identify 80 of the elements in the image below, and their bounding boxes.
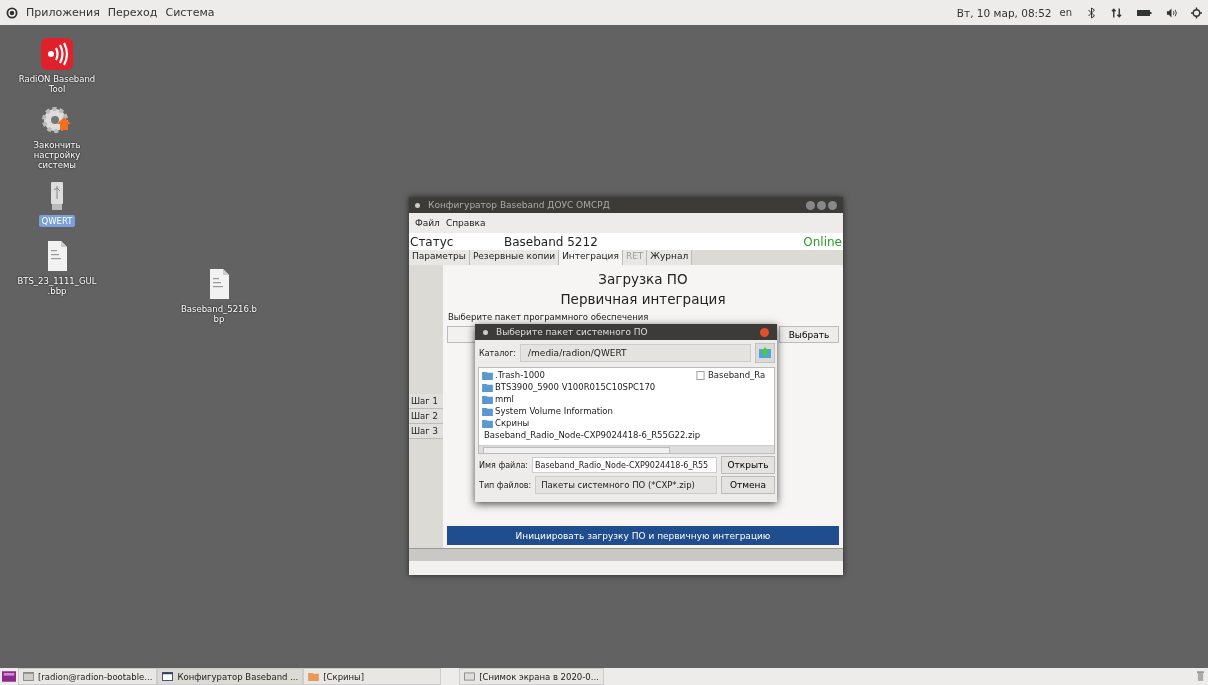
terminal-icon xyxy=(23,672,34,681)
step-tab[interactable]: Шаг 1 xyxy=(409,394,443,409)
close-button[interactable] xyxy=(760,327,769,337)
step-tab[interactable]: Шаг 2 xyxy=(409,409,443,424)
field-label: Тип файлов: xyxy=(479,480,532,490)
cancel-button[interactable]: Отмена xyxy=(721,476,775,494)
file-name: BTS3900_5900 V100R015C10SPC170 xyxy=(495,381,656,393)
taskbar-button[interactable]: Конфигуратор Baseband ... xyxy=(157,668,304,685)
file-list-item[interactable]: Baseband_Ra xyxy=(695,369,771,381)
device-name: Baseband 5212 xyxy=(504,234,599,249)
folder-icon xyxy=(482,370,493,380)
radio-waves-app-icon[interactable] xyxy=(41,38,73,70)
panel-menu[interactable]: Система xyxy=(165,6,215,19)
show-desktop-icon[interactable] xyxy=(2,671,16,682)
desktop-icon-label[interactable]: BTS_23_1111_GUL.bbp xyxy=(14,275,100,298)
folder-icon xyxy=(482,394,493,404)
file-name: Скрины xyxy=(495,417,530,429)
tab[interactable]: Резервные копии xyxy=(469,250,560,265)
taskbar-button[interactable]: [radion@radion-bootable... xyxy=(18,668,158,685)
taskbar-label: Конфигуратор Baseband ... xyxy=(177,671,299,682)
tab[interactable]: Журнал xyxy=(647,250,693,265)
network-icon[interactable] xyxy=(1111,6,1122,19)
gear-icon[interactable] xyxy=(41,104,73,136)
folder-dropdown[interactable]: /media/radion/QWERT xyxy=(520,344,751,362)
tab[interactable]: Параметры xyxy=(409,250,470,265)
heading: Загрузка ПО xyxy=(597,270,689,289)
choose-button[interactable]: Выбрать xyxy=(779,326,839,343)
folder-icon xyxy=(482,418,493,428)
bluetooth-icon[interactable] xyxy=(1086,6,1097,19)
file-name: System Volume Information xyxy=(495,405,613,417)
taskbar-label: [Скрины] xyxy=(323,671,365,682)
dialog-title: Выберите пакет системного ПО xyxy=(496,327,649,337)
menu-item[interactable]: Файл xyxy=(415,218,440,228)
field-label: Выберите пакет программного обеспечения xyxy=(447,312,650,322)
step-tab[interactable]: Шаг 3 xyxy=(409,424,443,439)
start-integration-button[interactable]: Инициировать загрузку ПО и первичную интеграцию xyxy=(447,526,839,545)
taskbar-label: [Снимок экрана в 2020-0... xyxy=(479,671,599,682)
filename-field[interactable]: Baseband_Radio_Node-CXP9024418-6_R55 xyxy=(532,457,717,473)
horizontal-scrollbar[interactable] xyxy=(479,445,774,453)
image-icon xyxy=(464,672,476,681)
folder-icon xyxy=(308,672,320,681)
desktop-icon-label[interactable]: Baseband_5216.bbp xyxy=(176,303,262,326)
field-label: Каталог: xyxy=(479,348,517,358)
file-type-dropdown[interactable]: Пакеты системного ПО (*CXP*.zip) xyxy=(535,476,717,494)
file-name: mml xyxy=(495,393,514,405)
power-icon[interactable] xyxy=(1191,6,1202,19)
taskbar-button[interactable]: [Снимок экрана в 2020-0... xyxy=(459,668,604,685)
file-list-item[interactable]: mml xyxy=(482,393,695,405)
maximize-button[interactable] xyxy=(817,200,826,210)
desktop-icon-label[interactable]: Закончить настройку системы xyxy=(14,139,100,172)
taskbar-button[interactable]: [Скрины] xyxy=(303,668,442,685)
file-list-item[interactable]: BTS3900_5900 V100R015C10SPC170 xyxy=(482,381,695,393)
field-label: Имя файла: xyxy=(479,460,529,470)
file-list-item[interactable]: Скрины xyxy=(482,417,695,429)
file-name: .Trash-1000 xyxy=(495,369,545,381)
desktop-icon-label[interactable]: RadiON Baseband Tool xyxy=(14,73,100,96)
file-list-item[interactable]: .Trash-1000 xyxy=(482,369,695,381)
clock[interactable]: Вт, 10 мар, 08:52 xyxy=(956,6,1052,19)
status-label: Статус xyxy=(410,234,455,249)
panel-menu[interactable]: Переход xyxy=(107,6,158,19)
ubuntu-logo-icon[interactable] xyxy=(6,6,18,19)
folder-icon xyxy=(482,406,493,416)
window-title: Конфигуратор Baseband ДОУС ОМСРД xyxy=(428,200,611,210)
window-icon xyxy=(162,672,174,681)
file-list-item[interactable]: System Volume Information xyxy=(482,405,695,417)
menu-item[interactable]: Справка xyxy=(445,218,486,228)
folder-icon xyxy=(482,382,493,392)
connection-status: Online xyxy=(803,234,842,249)
trash-icon[interactable] xyxy=(1197,671,1204,682)
taskbar-label: [radion@radion-bootable... xyxy=(38,671,153,682)
file-icon xyxy=(695,370,706,380)
open-button[interactable]: Открыть xyxy=(721,456,775,474)
keyboard-layout[interactable]: en xyxy=(1059,7,1072,18)
file-name: Baseband_Ra xyxy=(708,369,766,381)
subheading: Первичная интеграция xyxy=(559,290,727,309)
tab[interactable]: Интеграция xyxy=(559,250,623,265)
minimize-button[interactable] xyxy=(806,200,815,210)
panel-menu[interactable]: Приложения xyxy=(26,6,100,19)
volume-icon[interactable] xyxy=(1166,6,1177,19)
close-button[interactable] xyxy=(828,200,837,210)
